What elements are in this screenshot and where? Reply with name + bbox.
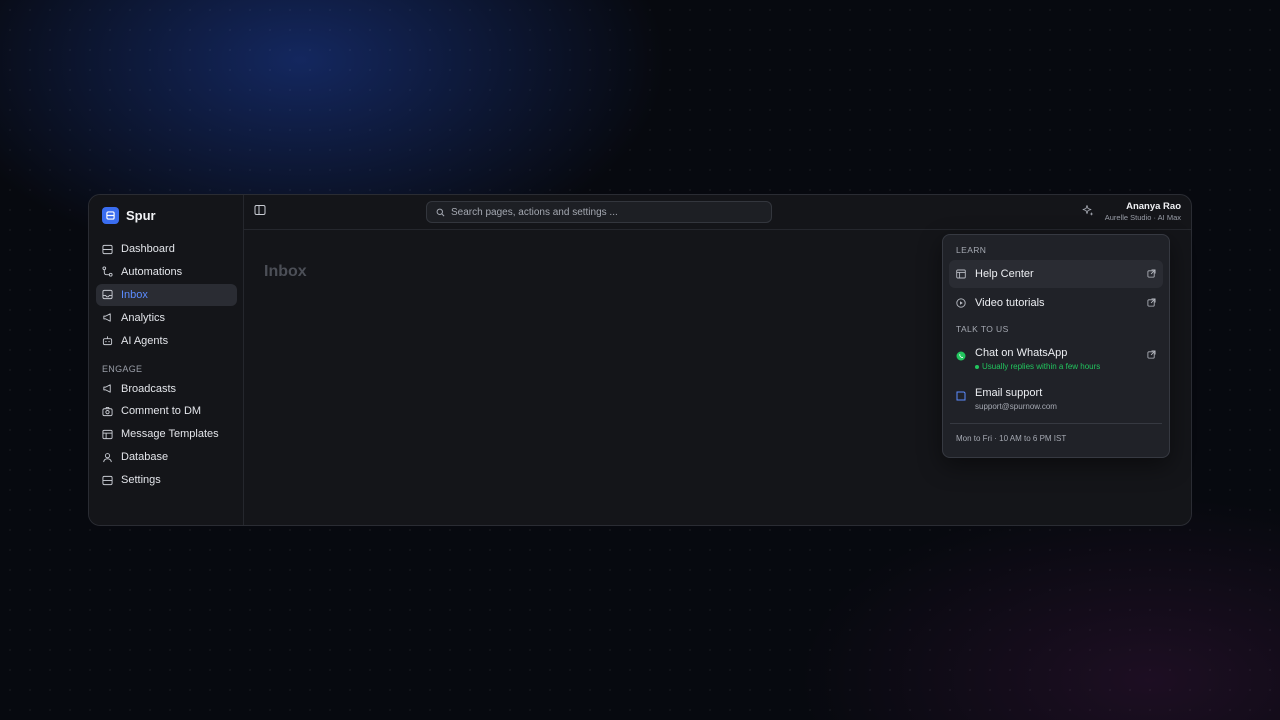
menu-item-label: Chat on WhatsApp xyxy=(975,347,1068,359)
online-status-dot xyxy=(975,364,979,369)
sidebar-item-label: Broadcasts xyxy=(121,382,177,395)
external-link-icon xyxy=(1147,298,1156,307)
top-bar: Ananya Rao Aurelle Studio · AI Max xyxy=(244,195,1191,230)
dashboard-icon xyxy=(102,244,113,254)
menu-item-label: Email support xyxy=(975,387,1043,399)
section-label-learn: LEARN xyxy=(956,245,987,255)
search-box[interactable] xyxy=(426,201,772,223)
sidebar-toggle-icon[interactable] xyxy=(254,204,266,216)
menu-item-help-center[interactable]: Help Center xyxy=(949,260,1163,288)
whatsapp-status: Usually replies within a few hours xyxy=(975,362,1100,371)
sidebar-item-label: AI Agents xyxy=(121,334,169,347)
sidebar-item-broadcasts[interactable]: Broadcasts xyxy=(96,378,237,400)
menu-item-whatsapp[interactable]: Chat on WhatsApp Usually replies within … xyxy=(949,341,1163,377)
settings-icon xyxy=(102,475,113,485)
menu-item-label: Video tutorials xyxy=(975,297,1045,309)
sidebar-item-ai-agents[interactable]: AI Agents xyxy=(96,330,237,352)
sidebar-item-database[interactable]: Database xyxy=(96,446,237,468)
sidebar-item-label: Comment to DM xyxy=(121,405,202,418)
sidebar-item-label: Database xyxy=(121,451,169,464)
spur-logo-icon xyxy=(102,206,119,224)
sidebar-item-message-templates[interactable]: Message Templates xyxy=(96,423,237,445)
external-link-icon xyxy=(1147,350,1156,359)
megaphone-icon xyxy=(103,313,111,322)
user-name: Ananya Rao xyxy=(1126,201,1181,212)
sidebar-item-inbox[interactable]: Inbox xyxy=(96,283,237,306)
sidebar-item-comment-to-dm[interactable]: Comment to DM xyxy=(96,400,237,422)
external-link-icon xyxy=(1147,269,1156,278)
sidebar-item-label: Settings xyxy=(121,474,161,487)
sparkle-icon[interactable] xyxy=(1082,204,1094,216)
sidebar-item-analytics[interactable]: Analytics xyxy=(96,307,237,329)
sidebar-item-label: Inbox xyxy=(121,288,148,301)
play-circle-icon xyxy=(956,298,966,308)
template-icon xyxy=(102,429,113,439)
sidebar-item-label: Automations xyxy=(121,265,183,278)
page-title: Inbox xyxy=(264,263,307,280)
sidebar-item-settings[interactable]: Settings xyxy=(96,469,237,491)
sidebar-item-label: Dashboard xyxy=(121,243,175,255)
sidebar: Spur Dashboard Automations Inbox Analyti… xyxy=(89,195,244,525)
sidebar-item-dashboard[interactable]: Dashboard xyxy=(96,238,237,260)
section-label-talk-to-us: TALK TO US xyxy=(956,324,1009,334)
help-menu-popover: LEARN Help Center Video tutorials TALK T… xyxy=(942,234,1170,458)
workflow-icon xyxy=(102,266,113,277)
support-hours: Mon to Fri · 10 AM to 6 PM IST xyxy=(956,434,1067,443)
support-email-address[interactable]: support@spurnow.com xyxy=(975,402,1057,411)
section-label-engage: ENGAGE xyxy=(102,363,143,374)
inbox-icon xyxy=(102,290,113,300)
sidebar-item-automations[interactable]: Automations xyxy=(96,261,237,283)
menu-item-email-support[interactable]: Email support support@spurnow.com xyxy=(949,381,1163,417)
menu-item-label: Help Center xyxy=(975,268,1034,280)
sidebar-item-label: Analytics xyxy=(121,311,166,324)
brand-name: Spur xyxy=(126,207,156,223)
user-menu[interactable]: Ananya Rao Aurelle Studio · AI Max xyxy=(1105,201,1181,222)
user-icon xyxy=(103,452,112,462)
search-icon xyxy=(436,208,445,216)
bot-icon xyxy=(102,336,113,346)
mail-icon xyxy=(956,391,966,401)
sidebar-item-label: Message Templates xyxy=(121,428,219,441)
menu-item-video-tutorials[interactable]: Video tutorials xyxy=(949,289,1163,317)
user-workspace: Aurelle Studio · AI Max xyxy=(1104,213,1181,222)
camera-icon xyxy=(102,406,113,417)
whatsapp-icon xyxy=(956,351,966,361)
brand[interactable]: Spur xyxy=(96,206,237,224)
book-icon xyxy=(956,269,966,279)
megaphone-icon xyxy=(103,384,111,393)
search-input[interactable] xyxy=(451,206,762,218)
